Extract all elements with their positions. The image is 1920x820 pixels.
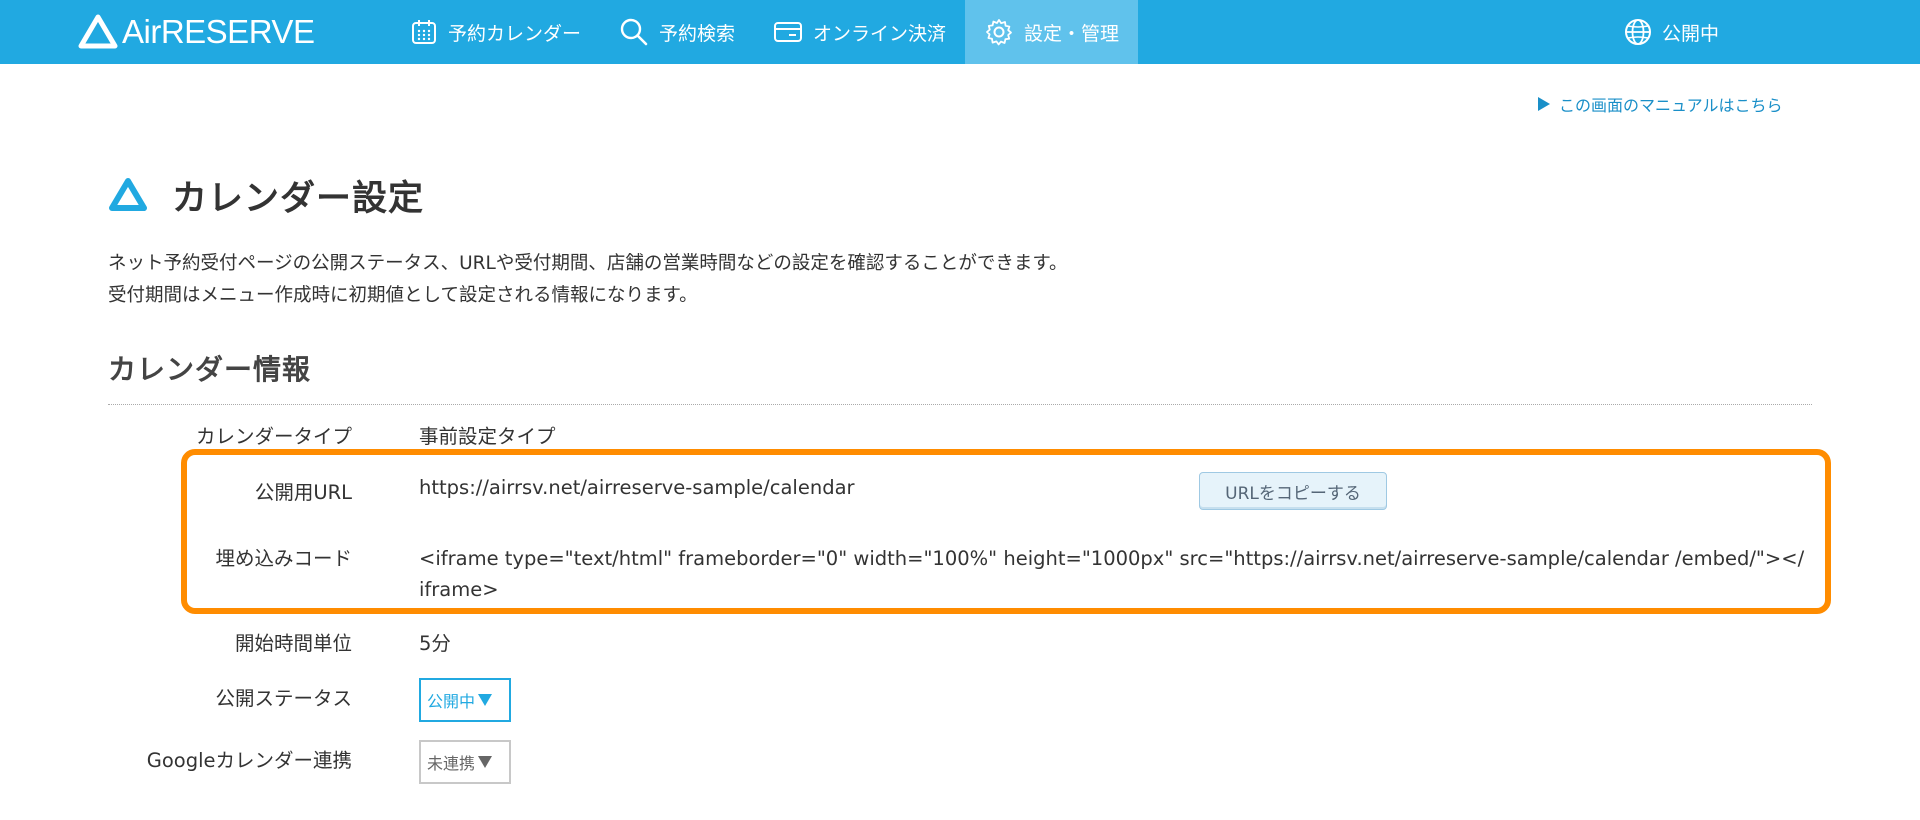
main-nav: 予約カレンダー 予約検索 オンライン決済 設定・管理 [391, 0, 1139, 64]
public-status-label: 公開ステータス [215, 687, 352, 710]
start-time-unit-label: 開始時間単位 [234, 632, 352, 655]
top-navigation-bar: AirRESERVE 予約カレンダー 予約検索 オンライン決済 設定・管理 公開… [0, 0, 1920, 64]
section-title: カレンダー情報 [108, 353, 312, 386]
public-status-select[interactable]: 公開中 [419, 678, 511, 722]
nav-label: オンライン決済 [813, 22, 947, 45]
nav-reservation-calendar[interactable]: 予約カレンダー [391, 0, 600, 64]
page-description: ネット予約受付ページの公開ステータス、URLや受付期間、店舗の営業時間などの設定… [108, 248, 1068, 312]
title-triangle-icon [109, 178, 147, 211]
nav-label: 予約検索 [659, 22, 736, 45]
nav-settings-management[interactable]: 設定・管理 [965, 0, 1139, 64]
search-icon [620, 18, 648, 46]
description-line: ネット予約受付ページの公開ステータス、URLや受付期間、店舗の営業時間などの設定… [108, 253, 1068, 274]
card-icon [774, 22, 803, 42]
public-url-value[interactable]: https://airrsv.net/airreserve-sample/cal… [419, 476, 855, 499]
play-triangle-icon [1538, 97, 1550, 111]
calendar-type-value: 事前設定タイプ [419, 425, 556, 448]
embed-code-value[interactable]: <iframe type="text/html" frameborder="0"… [419, 543, 1809, 605]
publish-status-indicator[interactable]: 公開中 [1623, 0, 1719, 64]
copy-url-button[interactable]: URLをコピーする [1199, 472, 1387, 510]
google-sync-selected: 未連携 [427, 754, 476, 773]
airreserve-logo[interactable]: AirRESERVE [78, 12, 315, 52]
logo-triangle-icon [78, 14, 118, 49]
gear-icon [986, 19, 1012, 46]
section-divider [108, 404, 1812, 405]
nav-reservation-search[interactable]: 予約検索 [600, 0, 754, 64]
calendar-type-label: カレンダータイプ [195, 425, 352, 448]
nav-label: 設定・管理 [1024, 22, 1120, 45]
logo-text: AirRESERVE [122, 13, 315, 50]
page-title: カレンダー設定 [172, 178, 425, 219]
public-status-selected: 公開中 [427, 692, 476, 711]
nav-label: 予約カレンダー [448, 22, 582, 45]
dropdown-caret-icon [478, 756, 493, 768]
embed-code-label: 埋め込みコード [215, 547, 352, 570]
calendar-icon [412, 20, 436, 44]
description-line: 受付期間はメニュー作成時に初期値として設定される情報になります。 [108, 285, 698, 306]
public-url-label: 公開用URL [254, 481, 352, 504]
dropdown-caret-icon [478, 694, 493, 706]
nav-online-payment[interactable]: オンライン決済 [754, 0, 965, 64]
page-title-row: カレンダー設定 [108, 170, 424, 220]
globe-icon [1625, 19, 1651, 45]
google-calendar-sync-select[interactable]: 未連携 [419, 740, 511, 784]
google-calendar-sync-label: Googleカレンダー連携 [146, 749, 352, 772]
manual-link[interactable]: この画面のマニュアルはこちら [1538, 92, 1783, 116]
start-time-unit-value: 5分 [419, 632, 451, 655]
publish-status-label: 公開中 [1662, 22, 1720, 45]
manual-link-text: この画面のマニュアルはこちら [1559, 96, 1783, 115]
